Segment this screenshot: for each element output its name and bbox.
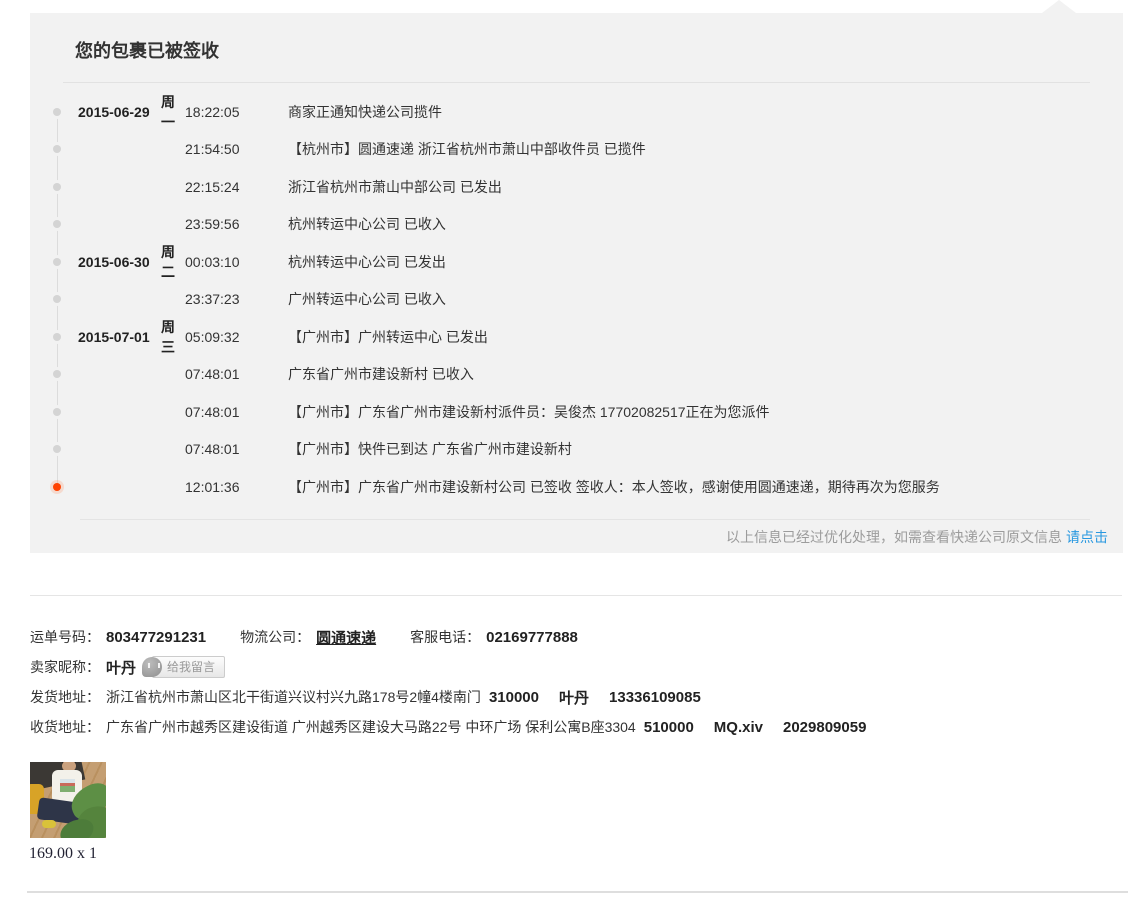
service-phone-label: 客服电话： — [410, 629, 481, 645]
timeline-message: 浙江省杭州市萧山中部公司 已发出 — [288, 178, 502, 195]
timeline-event-row: 2015-06-29 周一 18:22:05 商家正通知快递公司揽件 — [30, 93, 1123, 131]
title-divider — [63, 82, 1090, 83]
company-label: 物流公司： — [240, 629, 311, 645]
courier-company-link[interactable]: 圆通速递 — [316, 627, 376, 648]
timeline-date: 2015-06-29 — [78, 103, 150, 120]
timeline-message: 广东省广州市建设新村 已收入 — [288, 366, 474, 383]
timeline-event-row: 23:59:56 杭州转运中心公司 已收入 — [30, 206, 1123, 244]
company-group: 物流公司： 圆通速递 — [240, 627, 376, 648]
seller-nickname: 叶丹 — [106, 659, 137, 677]
timeline-message: 【杭州市】圆通速递 浙江省杭州市萧山中部收件员 已揽件 — [288, 141, 646, 158]
timeline-message: 【广州市】广州转运中心 已发出 — [288, 328, 488, 345]
ship-to-label: 收货地址： — [30, 719, 100, 735]
timeline-dot-icon — [53, 145, 61, 154]
timeline-time: 07:48:01 — [185, 366, 240, 383]
timeline-event-row: 21:54:50 【杭州市】圆通速递 浙江省杭州市萧山中部收件员 已揽件 — [30, 131, 1123, 169]
timeline-event-row: 23:37:23 广州转运中心公司 已收入 — [30, 281, 1123, 319]
timeline-dot-icon — [53, 220, 61, 229]
timeline-dot-icon — [53, 332, 61, 341]
seller-label: 卖家昵称： — [30, 659, 100, 675]
timeline-dot-icon — [53, 295, 61, 304]
timeline-time: 21:54:50 — [185, 141, 240, 158]
ship-from-row: 发货地址： 浙江省杭州市萧山区北干街道兴议村兴九路178号2幢4楼南门 3100… — [30, 682, 1110, 712]
timeline: 2015-06-29 周一 18:22:05 商家正通知快递公司揽件 21:54… — [30, 93, 1123, 506]
waybill-row: 运单号码： 803477291231 物流公司： 圆通速递 客服电话： 0216… — [30, 622, 1110, 652]
timeline-dot-icon — [53, 445, 61, 454]
section-divider — [30, 595, 1122, 596]
timeline-event-row: 07:48:01 【广州市】广东省广州市建设新村派件员：吴俊杰 17702082… — [30, 393, 1123, 431]
optimized-info-notice: 以上信息已经过优化处理，如需查看快递公司原文信息 请点击 — [726, 526, 1108, 548]
timeline-message: 【广州市】广东省广州市建设新村派件员：吴俊杰 17702082517正在为您派件 — [288, 403, 770, 420]
timeline-date: 2015-06-30 — [78, 253, 150, 270]
timeline-message: 【广州市】快件已到达 广东省广州市建设新村 — [288, 441, 572, 458]
product-thumbnail[interactable] — [30, 762, 106, 838]
ship-from-name: 叶丹 — [559, 689, 590, 707]
service-phone-group: 客服电话： 02169777888 — [410, 627, 578, 647]
ship-from-label: 发货地址： — [30, 689, 100, 705]
timeline-dot-icon — [53, 370, 61, 379]
timeline-date: 2015-07-01 — [78, 328, 150, 345]
timeline-dot-icon — [53, 107, 61, 116]
price-quantity: 169.00 x 1 — [29, 845, 97, 862]
timeline-dot-icon — [53, 257, 61, 266]
callout-arrow-up-icon — [1042, 0, 1076, 13]
timeline-event-row: 2015-07-01 周三 05:09:32 【广州市】广州转运中心 已发出 — [30, 318, 1123, 356]
timeline-time: 18:22:05 — [185, 103, 240, 120]
service-phone-number: 02169777888 — [486, 628, 578, 646]
view-original-link[interactable]: 请点击 — [1066, 529, 1108, 545]
timeline-event-row: 07:48:01 广东省广州市建设新村 已收入 — [30, 356, 1123, 394]
timeline-weekday: 周一 — [161, 93, 175, 130]
timeline-time: 12:01:36 — [185, 478, 240, 495]
timeline-dot-icon — [53, 482, 61, 491]
timeline-weekday: 周二 — [161, 243, 175, 280]
timeline-time: 23:37:23 — [185, 291, 240, 308]
timeline-time: 07:48:01 — [185, 403, 240, 420]
timeline-event-row: 22:15:24 浙江省杭州市萧山中部公司 已发出 — [30, 168, 1123, 206]
timeline-message: 【广州市】广东省广州市建设新村公司 已签收 签收人：本人签收，感谢使用圆通速递，… — [288, 478, 940, 495]
waybill-number: 803477291231 — [106, 628, 207, 646]
timeline-time: 00:03:10 — [185, 253, 240, 270]
tracking-status-title: 您的包裹已被签收 — [75, 41, 219, 61]
timeline-time: 23:59:56 — [185, 216, 240, 233]
timeline-event-row: 07:48:01 【广州市】快件已到达 广东省广州市建设新村 — [30, 431, 1123, 469]
notice-text: 以上信息已经过优化处理，如需查看快递公司原文信息 — [726, 529, 1062, 545]
ship-to-row: 收货地址： 广东省广州市越秀区建设街道 广州越秀区建设大马路22号 中环广场 保… — [30, 712, 1110, 742]
ship-from-zip: 310000 — [488, 688, 539, 706]
waybill-label: 运单号码： — [30, 629, 100, 645]
ship-to-name: MQ.xiv — [713, 718, 763, 736]
leave-message-button[interactable]: 给我留言 — [142, 656, 226, 678]
timeline-time: 22:15:24 — [185, 178, 240, 195]
ship-to-phone: 2029809059 — [782, 718, 867, 736]
timeline-weekday: 周三 — [161, 318, 175, 355]
logistics-page: 您的包裹已被签收 2015-06-29 周一 18:22:05 商家正通知快递公… — [0, 0, 1128, 902]
wangwang-chat-icon — [142, 657, 163, 677]
timeline-message: 广州转运中心公司 已收入 — [288, 291, 446, 308]
bottom-divider — [27, 891, 1128, 893]
ship-from-address: 浙江省杭州市萧山区北干街道兴议村兴九路178号2幢4楼南门 — [106, 689, 481, 705]
leave-message-label: 给我留言 — [167, 660, 216, 674]
ship-to-zip: 510000 — [643, 718, 694, 736]
timeline-event-row: 12:01:36 【广州市】广东省广州市建设新村公司 已签收 签收人：本人签收，… — [30, 468, 1123, 506]
seller-row: 卖家昵称： 叶丹 给我留言 — [30, 652, 1110, 682]
timeline-dot-icon — [53, 182, 61, 191]
timeline-message: 商家正通知快递公司揽件 — [288, 103, 442, 120]
ship-from-phone: 13336109085 — [609, 688, 701, 706]
ship-to-address: 广东省广州市越秀区建设街道 广州越秀区建设大马路22号 中环广场 保利公寓B座3… — [106, 719, 636, 735]
timeline-message: 杭州转运中心公司 已发出 — [288, 253, 446, 270]
timeline-message: 杭州转运中心公司 已收入 — [288, 216, 446, 233]
footer-divider — [80, 519, 1090, 520]
tracking-box: 您的包裹已被签收 2015-06-29 周一 18:22:05 商家正通知快递公… — [30, 0, 1123, 553]
timeline-time: 05:09:32 — [185, 328, 240, 345]
order-details: 运单号码： 803477291231 物流公司： 圆通速递 客服电话： 0216… — [30, 622, 1110, 742]
timeline-dot-icon — [53, 407, 61, 416]
timeline-event-row: 2015-06-30 周二 00:03:10 杭州转运中心公司 已发出 — [30, 243, 1123, 281]
timeline-time: 07:48:01 — [185, 441, 240, 458]
